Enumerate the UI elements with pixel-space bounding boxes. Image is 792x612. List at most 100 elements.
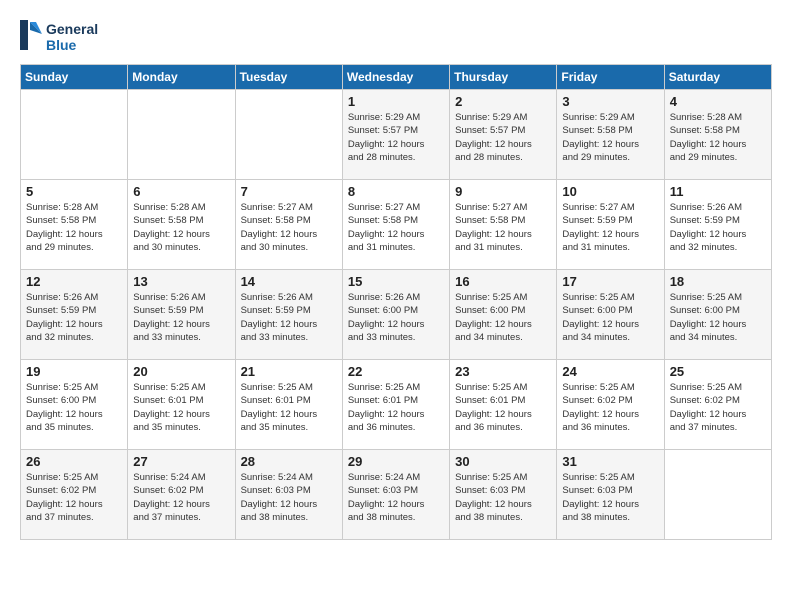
day-number: 15 — [348, 274, 444, 289]
calendar-day-cell: 6 Sunrise: 5:28 AM Sunset: 5:58 PM Daylig… — [128, 180, 235, 270]
day-number: 5 — [26, 184, 122, 199]
calendar-day-cell: 31 Sunrise: 5:25 AM Sunset: 6:03 PM Dayli… — [557, 450, 664, 540]
calendar-day-cell: 29 Sunrise: 5:24 AM Sunset: 6:03 PM Dayli… — [342, 450, 449, 540]
day-number: 10 — [562, 184, 658, 199]
day-info: Sunrise: 5:25 AM Sunset: 6:00 PM Dayligh… — [562, 291, 658, 344]
day-info: Sunrise: 5:25 AM Sunset: 6:00 PM Dayligh… — [670, 291, 766, 344]
calendar-week-row: 12 Sunrise: 5:26 AM Sunset: 5:59 PM Dayli… — [21, 270, 772, 360]
calendar-day-cell: 16 Sunrise: 5:25 AM Sunset: 6:00 PM Dayli… — [450, 270, 557, 360]
day-number: 25 — [670, 364, 766, 379]
day-info: Sunrise: 5:24 AM Sunset: 6:03 PM Dayligh… — [241, 471, 337, 524]
day-info: Sunrise: 5:25 AM Sunset: 6:00 PM Dayligh… — [455, 291, 551, 344]
day-info: Sunrise: 5:24 AM Sunset: 6:03 PM Dayligh… — [348, 471, 444, 524]
day-number: 1 — [348, 94, 444, 109]
day-number: 17 — [562, 274, 658, 289]
day-number: 21 — [241, 364, 337, 379]
day-info: Sunrise: 5:26 AM Sunset: 5:59 PM Dayligh… — [670, 201, 766, 254]
svg-text:Blue: Blue — [46, 37, 77, 53]
calendar-day-cell — [235, 90, 342, 180]
calendar-day-cell: 30 Sunrise: 5:25 AM Sunset: 6:03 PM Dayli… — [450, 450, 557, 540]
calendar-day-cell: 17 Sunrise: 5:25 AM Sunset: 6:00 PM Dayli… — [557, 270, 664, 360]
day-info: Sunrise: 5:27 AM Sunset: 5:58 PM Dayligh… — [241, 201, 337, 254]
calendar-header-cell: Sunday — [21, 65, 128, 90]
calendar-day-cell: 27Sunrise: 5:24 AM Sunset: 6:02 PM Dayli… — [128, 450, 235, 540]
page-header: General Blue — [20, 16, 772, 56]
calendar-day-cell: 20 Sunrise: 5:25 AM Sunset: 6:01 PM Dayli… — [128, 360, 235, 450]
day-number: 26 — [26, 454, 122, 469]
day-number: 8 — [348, 184, 444, 199]
calendar-week-row: 1 Sunrise: 5:29 AM Sunset: 5:57 PM Daylig… — [21, 90, 772, 180]
day-info: Sunrise: 5:25 AM Sunset: 6:01 PM Dayligh… — [133, 381, 229, 434]
day-info: Sunrise: 5:25 AM Sunset: 6:02 PM Dayligh… — [26, 471, 122, 524]
calendar-body: 1 Sunrise: 5:29 AM Sunset: 5:57 PM Daylig… — [21, 90, 772, 540]
calendar-day-cell: 23Sunrise: 5:25 AM Sunset: 6:01 PM Dayli… — [450, 360, 557, 450]
calendar-day-cell: 5 Sunrise: 5:28 AM Sunset: 5:58 PM Daylig… — [21, 180, 128, 270]
day-info: Sunrise: 5:25 AM Sunset: 6:03 PM Dayligh… — [562, 471, 658, 524]
calendar-table: SundayMondayTuesdayWednesdayThursdayFrid… — [20, 64, 772, 540]
day-number: 4 — [670, 94, 766, 109]
day-number: 16 — [455, 274, 551, 289]
day-number: 31 — [562, 454, 658, 469]
day-info: Sunrise: 5:29 AM Sunset: 5:57 PM Dayligh… — [348, 111, 444, 164]
logo-svg: General Blue — [20, 16, 110, 56]
day-info: Sunrise: 5:26 AM Sunset: 5:59 PM Dayligh… — [26, 291, 122, 344]
day-info: Sunrise: 5:25 AM Sunset: 6:01 PM Dayligh… — [455, 381, 551, 434]
calendar-day-cell: 7 Sunrise: 5:27 AM Sunset: 5:58 PM Daylig… — [235, 180, 342, 270]
calendar-day-cell: 11 Sunrise: 5:26 AM Sunset: 5:59 PM Dayli… — [664, 180, 771, 270]
day-number: 3 — [562, 94, 658, 109]
calendar-day-cell: 1 Sunrise: 5:29 AM Sunset: 5:57 PM Daylig… — [342, 90, 449, 180]
calendar-day-cell: 22 Sunrise: 5:25 AM Sunset: 6:01 PM Dayli… — [342, 360, 449, 450]
svg-text:General: General — [46, 21, 98, 37]
calendar-day-cell: 3 Sunrise: 5:29 AM Sunset: 5:58 PM Daylig… — [557, 90, 664, 180]
calendar-week-row: 5 Sunrise: 5:28 AM Sunset: 5:58 PM Daylig… — [21, 180, 772, 270]
calendar-day-cell: 25 Sunrise: 5:25 AM Sunset: 6:02 PM Dayli… — [664, 360, 771, 450]
day-info: Sunrise: 5:25 AM Sunset: 6:03 PM Dayligh… — [455, 471, 551, 524]
calendar-header-cell: Wednesday — [342, 65, 449, 90]
logo: General Blue — [20, 16, 110, 56]
calendar-day-cell: 21 Sunrise: 5:25 AM Sunset: 6:01 PM Dayli… — [235, 360, 342, 450]
calendar-header-row: SundayMondayTuesdayWednesdayThursdayFrid… — [21, 65, 772, 90]
calendar-week-row: 19 Sunrise: 5:25 AM Sunset: 6:00 PM Dayli… — [21, 360, 772, 450]
calendar-day-cell: 8 Sunrise: 5:27 AM Sunset: 5:58 PM Daylig… — [342, 180, 449, 270]
day-info: Sunrise: 5:25 AM Sunset: 6:01 PM Dayligh… — [241, 381, 337, 434]
day-info: Sunrise: 5:25 AM Sunset: 6:02 PM Dayligh… — [562, 381, 658, 434]
day-info: Sunrise: 5:27 AM Sunset: 5:58 PM Dayligh… — [455, 201, 551, 254]
day-info: Sunrise: 5:25 AM Sunset: 6:01 PM Dayligh… — [348, 381, 444, 434]
calendar-day-cell: 18Sunrise: 5:25 AM Sunset: 6:00 PM Dayli… — [664, 270, 771, 360]
day-number: 24 — [562, 364, 658, 379]
day-info: Sunrise: 5:28 AM Sunset: 5:58 PM Dayligh… — [133, 201, 229, 254]
calendar-day-cell: 14Sunrise: 5:26 AM Sunset: 5:59 PM Dayli… — [235, 270, 342, 360]
day-info: Sunrise: 5:26 AM Sunset: 6:00 PM Dayligh… — [348, 291, 444, 344]
day-number: 29 — [348, 454, 444, 469]
calendar-header-cell: Friday — [557, 65, 664, 90]
day-info: Sunrise: 5:27 AM Sunset: 5:59 PM Dayligh… — [562, 201, 658, 254]
day-info: Sunrise: 5:28 AM Sunset: 5:58 PM Dayligh… — [26, 201, 122, 254]
calendar-day-cell: 26 Sunrise: 5:25 AM Sunset: 6:02 PM Dayli… — [21, 450, 128, 540]
day-number: 7 — [241, 184, 337, 199]
calendar-day-cell: 10 Sunrise: 5:27 AM Sunset: 5:59 PM Dayli… — [557, 180, 664, 270]
calendar-header-cell: Saturday — [664, 65, 771, 90]
day-number: 22 — [348, 364, 444, 379]
day-number: 11 — [670, 184, 766, 199]
calendar-header-cell: Thursday — [450, 65, 557, 90]
calendar-day-cell: 28Sunrise: 5:24 AM Sunset: 6:03 PM Dayli… — [235, 450, 342, 540]
day-info: Sunrise: 5:28 AM Sunset: 5:58 PM Dayligh… — [670, 111, 766, 164]
day-info: Sunrise: 5:26 AM Sunset: 5:59 PM Dayligh… — [241, 291, 337, 344]
day-info: Sunrise: 5:27 AM Sunset: 5:58 PM Dayligh… — [348, 201, 444, 254]
day-number: 30 — [455, 454, 551, 469]
day-info: Sunrise: 5:25 AM Sunset: 6:00 PM Dayligh… — [26, 381, 122, 434]
day-number: 20 — [133, 364, 229, 379]
calendar-day-cell — [664, 450, 771, 540]
day-number: 19 — [26, 364, 122, 379]
calendar-day-cell: 12 Sunrise: 5:26 AM Sunset: 5:59 PM Dayli… — [21, 270, 128, 360]
calendar-day-cell: 4 Sunrise: 5:28 AM Sunset: 5:58 PM Daylig… — [664, 90, 771, 180]
day-info: Sunrise: 5:26 AM Sunset: 5:59 PM Dayligh… — [133, 291, 229, 344]
day-number: 12 — [26, 274, 122, 289]
calendar-day-cell: 2Sunrise: 5:29 AM Sunset: 5:57 PM Daylig… — [450, 90, 557, 180]
day-number: 27 — [133, 454, 229, 469]
day-info: Sunrise: 5:25 AM Sunset: 6:02 PM Dayligh… — [670, 381, 766, 434]
calendar-week-row: 26 Sunrise: 5:25 AM Sunset: 6:02 PM Dayli… — [21, 450, 772, 540]
day-info: Sunrise: 5:29 AM Sunset: 5:58 PM Dayligh… — [562, 111, 658, 164]
calendar-day-cell: 15 Sunrise: 5:26 AM Sunset: 6:00 PM Dayli… — [342, 270, 449, 360]
day-number: 6 — [133, 184, 229, 199]
